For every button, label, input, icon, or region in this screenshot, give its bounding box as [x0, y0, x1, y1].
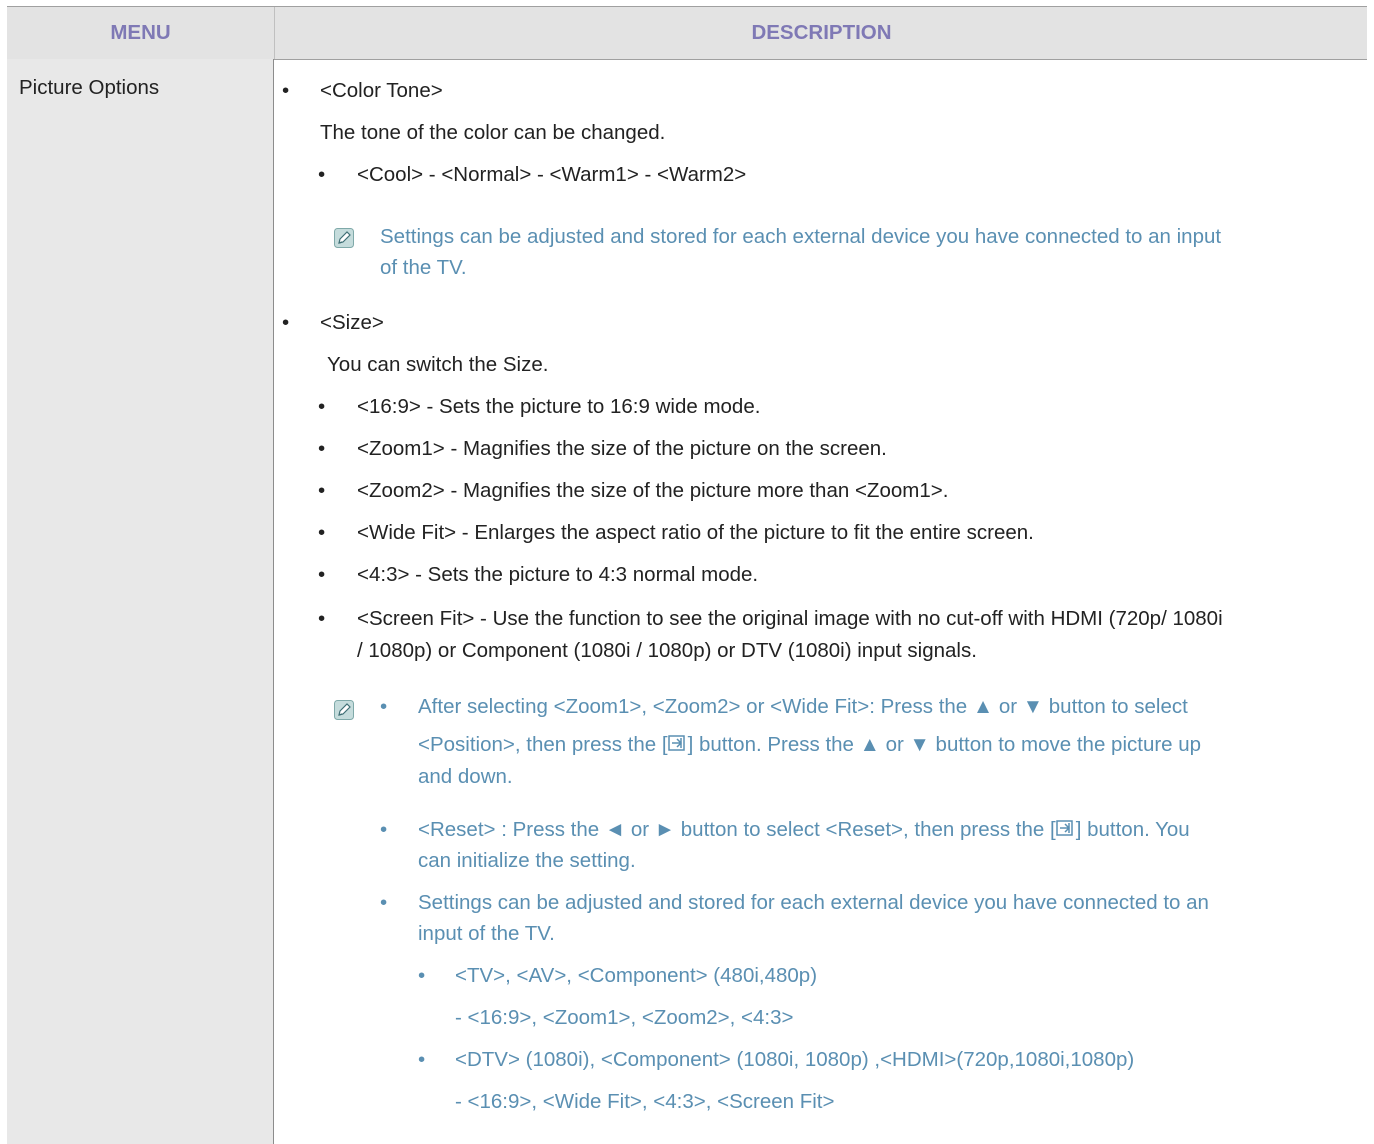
size-note3-sub1-modes: - <16:9>, <Zoom1>, <Zoom2>, <4:3>: [455, 1006, 794, 1029]
size-note1-line3: and down.: [418, 765, 513, 788]
note-icon: [334, 700, 354, 720]
color-tone-description: The tone of the color can be changed.: [320, 121, 666, 144]
bullet: •: [380, 695, 388, 718]
bullet: •: [318, 479, 326, 502]
bullet: •: [318, 163, 326, 186]
bullet: •: [318, 437, 326, 460]
table-header: MENU DESCRIPTION: [7, 6, 1367, 60]
size-item-4-3: <4:3> - Sets the picture to 4:3 normal m…: [357, 563, 759, 586]
column-divider: [273, 59, 274, 1144]
size-note1-line1: After selecting <Zoom1>, <Zoom2> or <Wid…: [418, 695, 1188, 718]
color-tone-options: <Cool> - <Normal> - <Warm1> - <Warm2>: [357, 163, 747, 186]
bullet: •: [318, 395, 326, 418]
bullet: •: [380, 818, 388, 841]
size-item-screen-fit-line2: / 1080p) or Component (1080i / 1080p) or…: [357, 639, 977, 662]
size-note3-sub1: <TV>, <AV>, <Component> (480i,480p): [455, 964, 818, 987]
enter-icon: [1055, 820, 1073, 836]
bullet: •: [380, 891, 388, 914]
size-note2-line1: <Reset> : Press the ◄ or ► button to sel…: [418, 818, 1190, 841]
size-title: <Size>: [320, 311, 384, 334]
color-tone-title: <Color Tone>: [320, 79, 443, 102]
size-item-16-9: <16:9> - Sets the picture to 16:9 wide m…: [357, 395, 761, 418]
bullet: •: [318, 607, 326, 630]
size-item-zoom2: <Zoom2> - Magnifies the size of the pict…: [357, 479, 949, 502]
size-note3-sub2-modes: - <16:9>, <Wide Fit>, <4:3>, <Screen Fit…: [455, 1090, 835, 1113]
color-tone-note-line2: of the TV.: [380, 256, 467, 279]
menu-column-header: MENU: [110, 21, 171, 44]
description-column-header: DESCRIPTION: [274, 7, 1368, 59]
enter-icon: [667, 735, 685, 751]
size-item-zoom1: <Zoom1> - Magnifies the size of the pict…: [357, 437, 887, 460]
bullet: •: [418, 1048, 426, 1071]
menu-item-picture-options: Picture Options: [19, 76, 160, 99]
bullet: •: [418, 964, 426, 987]
size-description: You can switch the Size.: [327, 353, 549, 376]
menu-column: [7, 59, 273, 1144]
size-note2-line2: can initialize the setting.: [418, 849, 636, 872]
bullet: •: [318, 563, 326, 586]
note-icon: [334, 228, 354, 248]
size-note3-line2: input of the TV.: [418, 922, 555, 945]
size-note3-sub2: <DTV> (1080i), <Component> (1080i, 1080p…: [455, 1048, 1135, 1071]
bullet: •: [318, 521, 326, 544]
bullet: •: [282, 311, 290, 334]
size-note1-line2: <Position>, then press the [] button. Pr…: [418, 733, 1202, 756]
color-tone-note-line1: Settings can be adjusted and stored for …: [380, 225, 1222, 248]
size-note3-line1: Settings can be adjusted and stored for …: [418, 891, 1209, 914]
bullet: •: [282, 79, 290, 102]
size-item-screen-fit-line1: <Screen Fit> - Use the function to see t…: [357, 607, 1223, 630]
size-item-wide-fit: <Wide Fit> - Enlarges the aspect ratio o…: [357, 521, 1034, 544]
